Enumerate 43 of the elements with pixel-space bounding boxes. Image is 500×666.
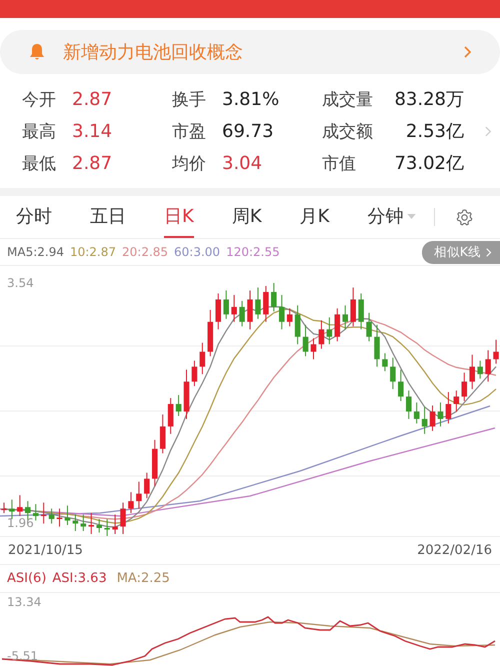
chevron-right-icon [464, 46, 472, 58]
settings-icon[interactable] [455, 208, 474, 226]
indicator-ma: MA:2.25 [116, 571, 170, 586]
period-tab[interactable]: 分钟 [367, 196, 416, 238]
stat-value: 3.14 [72, 120, 112, 142]
stat-value: 69.73 [222, 120, 274, 142]
ma-legend: 120:2.55 [226, 245, 280, 259]
indicator-value: ASI:3.63 [52, 571, 107, 586]
price-axis-label: 3.54 [7, 276, 34, 290]
stat-value: 73.02亿 [393, 152, 464, 175]
stat-label: 今开 [22, 88, 57, 110]
stat-value: 3.04 [222, 152, 262, 174]
period-tab[interactable]: 分时 [16, 196, 52, 238]
ma-legend: 20:2.85 [122, 245, 168, 259]
ma-legend: 60:3.00 [174, 245, 220, 259]
date-label: 2021/10/15 [8, 543, 83, 558]
period-tab[interactable]: 周K [232, 196, 262, 238]
stat-label: 市盈 [172, 120, 207, 142]
stat-value: 2.87 [72, 88, 112, 110]
stat-value: 2.87 [72, 152, 112, 174]
stat-label: 成交量 [322, 88, 374, 110]
stat-label: 最低 [22, 152, 57, 174]
stat-value: 2.53亿 [404, 120, 464, 143]
asi-axis-label: 13.34 [7, 595, 42, 609]
stat-label: 成交额 [322, 120, 374, 142]
period-tab[interactable]: 月K [300, 196, 330, 238]
ma-legend: 10:2.87 [70, 245, 116, 259]
indicator-name: ASI(6) [7, 571, 46, 586]
period-tab[interactable]: 五日 [90, 196, 126, 238]
period-tab[interactable]: 日K [164, 196, 194, 238]
stat-label: 最高 [22, 120, 57, 142]
date-label: 2022/02/16 [417, 543, 492, 558]
price-axis-label: 1.96 [7, 516, 34, 530]
stat-label: 市值 [322, 152, 357, 174]
ma-legend: MA5:2.94 [7, 245, 64, 259]
stat-label: 换手 [172, 88, 207, 110]
asi-axis-label: -5.51 [7, 649, 38, 663]
bell-icon [27, 42, 47, 62]
stat-value: 83.28万 [393, 88, 464, 111]
banner-text: 新增动力电池回收概念 [63, 41, 244, 64]
stat-value: 3.81% [222, 88, 280, 110]
stat-label: 均价 [172, 152, 207, 174]
chevron-right-icon [486, 248, 492, 256]
